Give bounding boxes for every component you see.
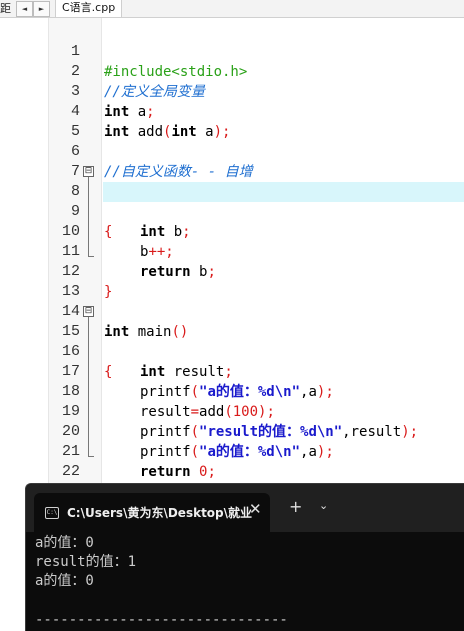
code-line[interactable]: 22 } xyxy=(0,442,464,500)
new-tab-button[interactable]: + xyxy=(289,497,302,516)
code-line[interactable]: 21 return 0; xyxy=(0,422,464,480)
fold-collapse-icon[interactable]: ⊟ xyxy=(83,306,94,317)
code-line[interactable]: 18 result=add(100); xyxy=(0,362,464,420)
code-editor[interactable]: 1 #include<stdio.h> 2 //定义全局变量 3 int a; … xyxy=(0,18,464,500)
code-line[interactable]: 5 xyxy=(0,102,464,140)
code-line[interactable]: 15 ⊟ { xyxy=(0,302,464,380)
code-line[interactable]: 4 int add(int a); xyxy=(0,82,464,140)
console-icon: C:\ xyxy=(45,507,59,519)
editor-tabbar: 距 ◄ ► C语言.cpp xyxy=(0,0,464,18)
line-number: 22 xyxy=(61,463,80,480)
code-line[interactable]: 10 b++; xyxy=(0,202,464,260)
close-icon[interactable]: ✕ xyxy=(249,500,262,518)
fold-collapse-icon[interactable]: ⊟ xyxy=(83,166,94,177)
partial-tab-label[interactable]: 距 xyxy=(0,0,14,17)
code-line[interactable]: 3 int a; xyxy=(0,62,464,120)
code-line[interactable]: 11 return b; xyxy=(0,222,464,280)
code-line[interactable]: 17 printf("a的值：%d\n",a); xyxy=(0,342,464,400)
code-line[interactable]: 16 int result; xyxy=(0,322,464,380)
output-line: result的值：1 xyxy=(35,554,137,570)
code-line[interactable]: 19 printf("result的值：%d\n",result); xyxy=(0,382,464,440)
code-line-current[interactable]: 9 int b; xyxy=(0,182,464,240)
terminal-tab-title: C:\Users\黄为东\Desktop\就业 xyxy=(67,506,253,520)
code-line[interactable]: 14 int main() xyxy=(0,282,464,340)
output-separator: ------------------------------ xyxy=(35,612,288,628)
tab-scroll-right-button[interactable]: ► xyxy=(33,1,50,17)
code-line[interactable]: 8 ⊟ { xyxy=(0,162,464,240)
code-line[interactable]: 6 //自定义函数- - 自增 xyxy=(0,122,464,180)
code-line[interactable]: 2 //定义全局变量 xyxy=(0,42,464,100)
terminal-tab[interactable]: C:\ C:\Users\黄为东\Desktop\就业 ✕ xyxy=(34,493,270,532)
terminal-window[interactable]: C:\ C:\Users\黄为东\Desktop\就业 ✕ + ⌄ a的值：0 r… xyxy=(25,483,464,631)
tab-scroll-left-button[interactable]: ◄ xyxy=(16,1,33,17)
code-line[interactable]: 12 } xyxy=(0,242,464,300)
output-line: a的值：0 xyxy=(35,535,94,551)
code-lines: 1 #include<stdio.h> 2 //定义全局变量 3 int a; … xyxy=(0,22,464,500)
output-line: a的值：0 xyxy=(35,573,94,589)
code-line[interactable]: 7 int add(int c) xyxy=(0,142,464,200)
file-tab-c-cpp[interactable]: C语言.cpp xyxy=(55,0,123,17)
code-text: return 0; xyxy=(140,464,216,480)
chevron-down-icon[interactable]: ⌄ xyxy=(319,499,328,512)
code-line[interactable]: 13 xyxy=(0,262,464,300)
code-line[interactable]: 1 #include<stdio.h> xyxy=(0,22,464,80)
terminal-titlebar[interactable]: C:\ C:\Users\黄为东\Desktop\就业 ✕ + ⌄ xyxy=(26,484,464,532)
code-line[interactable]: 20 printf("a的值：%d\n",a); xyxy=(0,402,464,460)
terminal-output[interactable]: a的值：0 result的值：1 a的值：0 xyxy=(35,534,136,591)
